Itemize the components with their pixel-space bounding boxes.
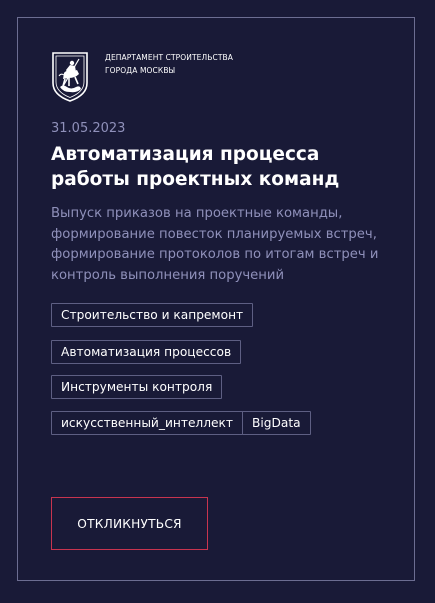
moscow-coat-of-arms-icon [52, 52, 88, 102]
card-description: Выпуск приказов на проектные команды, фо… [51, 206, 379, 283]
organization-name-line-1: ДЕПАРТАМЕНТ СТРОИТЕЛЬСТВА [105, 53, 233, 62]
organization-header: ДЕПАРТАМЕНТ СТРОИТЕЛЬСТВА ГОРОДА МОСКВЫ [51, 51, 255, 103]
tag-control-tools[interactable]: Инструменты контроля [51, 375, 223, 399]
respond-button[interactable]: ОТКЛИКНУТЬСЯ [51, 497, 208, 550]
organization-name-line-2: ГОРОДА МОСКВЫ [105, 66, 176, 75]
tag-process-automation[interactable]: Автоматизация процессов [51, 340, 242, 364]
tag-construction[interactable]: Строительство и капремонт [51, 303, 254, 327]
card-title: Автоматизация процесса работы проектных … [51, 144, 340, 190]
tag-artificial-intelligence[interactable]: искусственный_интеллект [51, 411, 243, 435]
tag-bigdata[interactable]: BigData [242, 411, 311, 435]
publication-date: 31.05.2023 [51, 121, 126, 136]
organization-name: ДЕПАРТАМЕНТ СТРОИТЕЛЬСТВА ГОРОДА МОСКВЫ [105, 51, 255, 77]
